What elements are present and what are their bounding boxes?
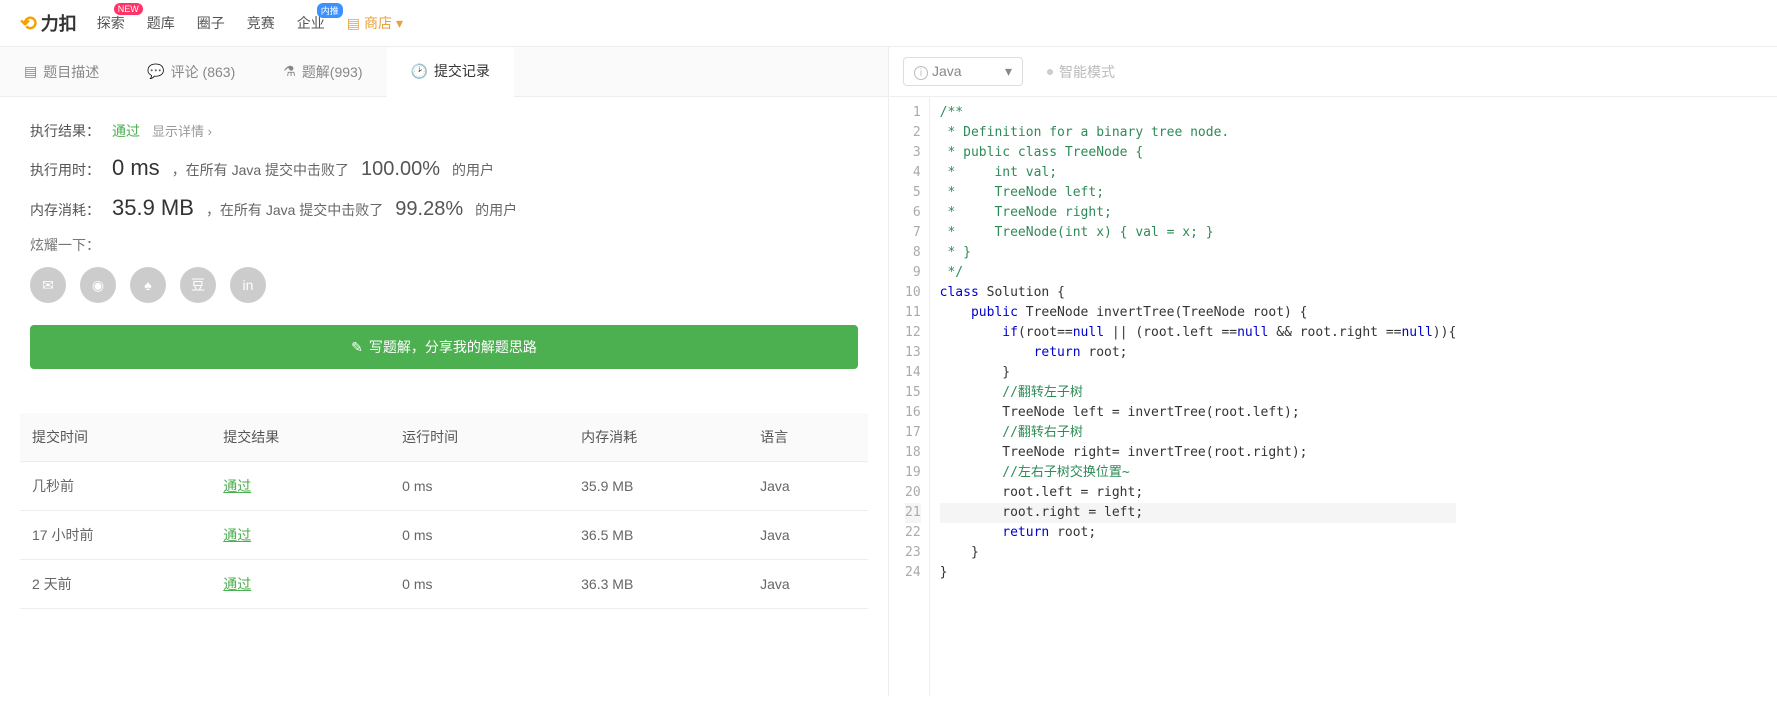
smart-mode-toggle[interactable]: 智能模式 [1047,62,1115,82]
col-runtime: 运行时间 [390,413,569,462]
shop-icon: ▤ [347,15,360,32]
clock-icon: 🕑 [411,63,428,80]
code-content[interactable]: /** * Definition for a binary tree node.… [930,97,1467,696]
tab-solutions[interactable]: ⚗ 题解(993) [259,47,386,96]
code-editor[interactable]: 123456789101112131415161718192021222324 … [889,97,1777,696]
nav-circle[interactable]: 圈子 [197,13,225,33]
language-select[interactable]: iJava ▾ [903,57,1023,86]
qq-icon[interactable]: ♠ [130,267,166,303]
chevron-down-icon: ▾ [396,15,403,32]
badge-plus: 内推 [317,3,343,18]
result-link[interactable]: 通过 [223,576,251,592]
memory-percent: 99.28% [395,198,463,221]
tab-comments[interactable]: 💬 评论 (863) [123,47,259,96]
col-time: 提交时间 [20,413,211,462]
social-row: ✉ ◉ ♠ 豆 in [30,267,858,303]
info-icon: i [914,66,928,80]
tab-submissions[interactable]: 🕑 提交记录 [387,47,514,97]
flask-icon: ⚗ [283,63,296,80]
table-row[interactable]: 2 天前通过0 ms36.3 MBJava [20,560,868,609]
right-pane: iJava ▾ 智能模式 123456789101112131415161718… [889,47,1777,696]
chevron-down-icon: ▾ [1005,63,1012,80]
table-header-row: 提交时间 提交结果 运行时间 内存消耗 语言 [20,413,868,462]
wechat-icon[interactable]: ✉ [30,267,66,303]
nav-contest[interactable]: 竞赛 [247,13,275,33]
tab-description[interactable]: ▤ 题目描述 [0,47,123,96]
logo-icon: ⟲ [20,11,37,36]
douban-icon[interactable]: 豆 [180,267,216,303]
left-pane: ▤ 题目描述 💬 评论 (863) ⚗ 题解(993) 🕑 提交记录 执行结果：… [0,47,889,696]
share-label: 炫耀一下： [30,235,858,255]
doc-icon: ▤ [24,63,37,80]
col-memory: 内存消耗 [569,413,748,462]
nav-shop[interactable]: ▤ 商店 ▾ [347,13,403,33]
runtime-value: 0 ms [112,155,160,181]
exec-result-status: 通过 [112,121,140,141]
top-nav: ⟲ 力扣 探索 NEW 题库 圈子 竞赛 企业 内推 ▤ 商店 ▾ [0,0,1777,47]
editor-controls: iJava ▾ 智能模式 [889,47,1777,97]
table-row[interactable]: 几秒前通过0 ms35.9 MBJava [20,462,868,511]
weibo-icon[interactable]: ◉ [80,267,116,303]
result-link[interactable]: 通过 [223,478,251,494]
badge-new: NEW [114,3,143,15]
runtime-label: 执行用时： [30,160,100,180]
nav-explore[interactable]: 探索 NEW [97,13,125,33]
logo-text: 力扣 [41,10,77,36]
exec-result-label: 执行结果： [30,121,100,141]
nav-enterprise[interactable]: 企业 内推 [297,13,325,33]
nav-items: 探索 NEW 题库 圈子 竞赛 企业 内推 ▤ 商店 ▾ [97,13,403,33]
submissions-table: 提交时间 提交结果 运行时间 内存消耗 语言 几秒前通过0 ms35.9 MBJ… [20,413,868,609]
memory-label: 内存消耗： [30,200,100,220]
result-block: 执行结果： 通过 显示详情 › 执行用时： 0 ms ，在所有 Java 提交中… [0,97,888,393]
write-solution-button[interactable]: ✎ 写题解，分享我的解题思路 [30,325,858,369]
runtime-percent: 100.00% [361,158,440,181]
line-gutter: 123456789101112131415161718192021222324 [889,97,930,696]
col-lang: 语言 [748,413,868,462]
pencil-icon: ✎ [351,339,363,356]
comment-icon: 💬 [147,63,164,80]
dot-icon [1047,69,1053,75]
show-detail-link[interactable]: 显示详情 › [152,121,212,140]
logo[interactable]: ⟲ 力扣 [20,10,77,36]
problem-tabs: ▤ 题目描述 💬 评论 (863) ⚗ 题解(993) 🕑 提交记录 [0,47,888,97]
memory-value: 35.9 MB [112,195,194,221]
col-result: 提交结果 [211,413,390,462]
table-row[interactable]: 17 小时前通过0 ms36.5 MBJava [20,511,868,560]
nav-problems[interactable]: 题库 [147,13,175,33]
result-link[interactable]: 通过 [223,527,251,543]
linkedin-icon[interactable]: in [230,267,266,303]
